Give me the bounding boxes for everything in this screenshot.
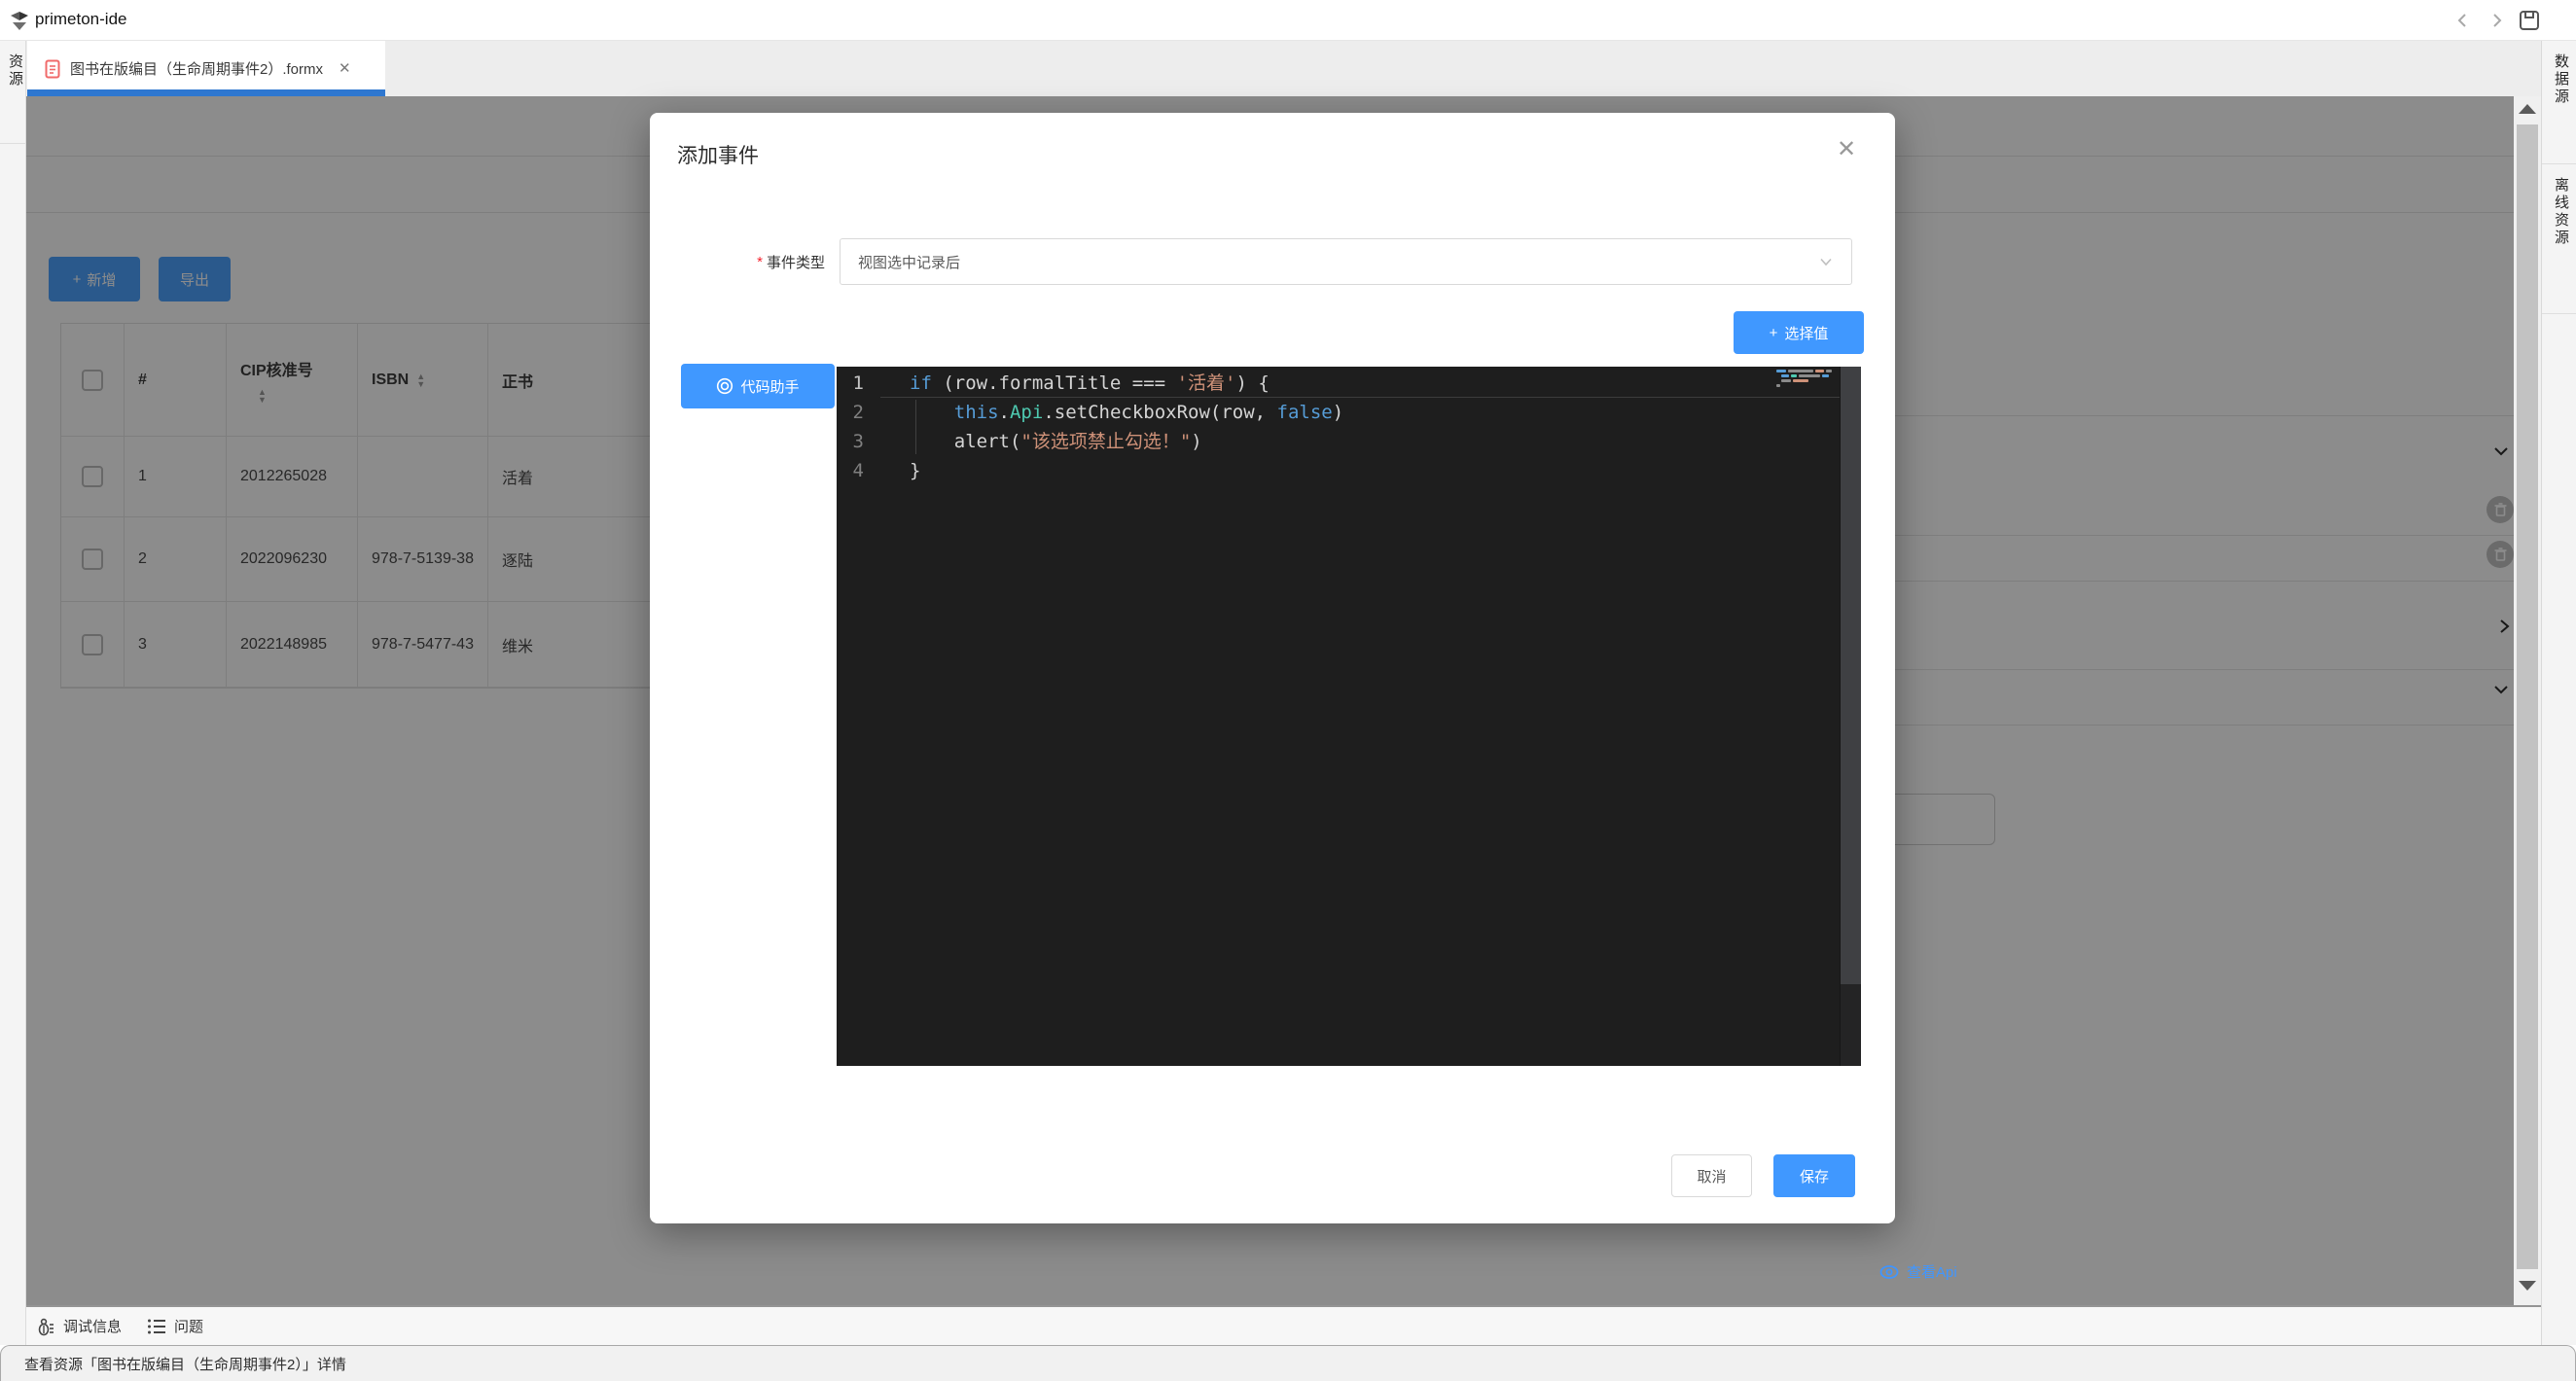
line-number: 4 bbox=[837, 456, 880, 485]
sidebar-divider bbox=[0, 143, 26, 144]
editor-scrollbar-thumb[interactable] bbox=[1841, 367, 1861, 984]
problems-tab[interactable]: 问题 bbox=[147, 1316, 203, 1336]
form-file-icon bbox=[45, 59, 60, 79]
status-text: 查看资源「图书在版编目（生命周期事件2）」详情 bbox=[24, 1354, 346, 1374]
tab-label: 图书在版编目（生命周期事件2）.formx bbox=[70, 58, 323, 79]
nav-back-icon[interactable] bbox=[2453, 11, 2473, 30]
view-api-link[interactable]: 查看Api bbox=[1879, 1261, 1957, 1282]
code-line: 2 this.Api.setCheckboxRow(row, false) bbox=[837, 398, 1840, 427]
event-type-label: * 事件类型 bbox=[650, 238, 825, 285]
line-number: 1 bbox=[837, 369, 880, 398]
save-button[interactable]: 保存 bbox=[1773, 1154, 1855, 1197]
code-assistant-icon bbox=[716, 377, 733, 395]
tab-close-icon[interactable]: ✕ bbox=[339, 61, 351, 76]
add-event-modal: 添加事件 ✕ * 事件类型 视图选中记录后 + 选择值 代码助手 bbox=[650, 113, 1895, 1223]
code-editor[interactable]: 1if (row.formalTitle === '活着') {2 this.A… bbox=[837, 367, 1861, 1066]
app-logo bbox=[8, 9, 31, 32]
right-sidebar: 数据源 离线资源 bbox=[2541, 41, 2576, 1345]
sidebar-divider bbox=[2542, 163, 2576, 164]
sidebar-divider bbox=[2542, 313, 2576, 314]
bottom-toolbar: 调试信息 问题 bbox=[26, 1305, 2541, 1345]
scroll-down-icon[interactable] bbox=[2519, 1281, 2536, 1291]
debug-info-tab[interactable]: 调试信息 bbox=[36, 1316, 122, 1336]
required-mark: * bbox=[757, 254, 763, 270]
line-number: 3 bbox=[837, 427, 880, 456]
vertical-scrollbar[interactable] bbox=[2514, 96, 2541, 1305]
code-line: 4} bbox=[837, 456, 1840, 485]
app-title: primeton-ide bbox=[35, 10, 127, 29]
chevron-down-icon bbox=[1818, 254, 1834, 269]
line-number: 2 bbox=[837, 398, 880, 427]
titlebar: primeton-ide bbox=[0, 0, 2576, 41]
sidebar-item-offline-resources[interactable]: 离线资源 bbox=[2551, 177, 2571, 247]
editor-scrollbar[interactable] bbox=[1840, 367, 1861, 1066]
line-content: } bbox=[880, 456, 920, 485]
sidebar-item-datasource[interactable]: 数据源 bbox=[2551, 53, 2571, 106]
pick-value-button[interactable]: + 选择值 bbox=[1734, 311, 1864, 354]
code-assistant-button[interactable]: 代码助手 bbox=[681, 364, 835, 408]
eye-icon bbox=[1879, 1265, 1899, 1279]
code-line: 3 alert("该选项禁止勾选！") bbox=[837, 427, 1840, 456]
cancel-button[interactable]: 取消 bbox=[1671, 1154, 1752, 1197]
line-content: if (row.formalTitle === '活着') { bbox=[880, 369, 1270, 398]
editor-minimap[interactable] bbox=[1772, 367, 1840, 1066]
code-lines: 1if (row.formalTitle === '活着') {2 this.A… bbox=[837, 369, 1840, 485]
plus-icon: + bbox=[1770, 325, 1778, 341]
close-icon[interactable]: ✕ bbox=[1833, 136, 1860, 163]
save-file-icon[interactable] bbox=[2518, 9, 2541, 32]
modal-title: 添加事件 bbox=[677, 140, 759, 169]
indent-guide bbox=[915, 400, 916, 454]
line-content: alert("该选项禁止勾选！") bbox=[880, 427, 1202, 456]
list-icon bbox=[147, 1318, 166, 1335]
left-sidebar: 资源 bbox=[0, 41, 26, 1345]
scroll-up-icon[interactable] bbox=[2519, 104, 2536, 114]
scrollbar-thumb[interactable] bbox=[2517, 124, 2538, 1269]
tab-active-underline bbox=[27, 89, 385, 96]
nav-forward-icon[interactable] bbox=[2487, 11, 2506, 30]
code-line: 1if (row.formalTitle === '活着') { bbox=[837, 369, 1840, 398]
statusbar: 查看资源「图书在版编目（生命周期事件2）」详情 bbox=[0, 1345, 2576, 1381]
bug-icon bbox=[36, 1317, 55, 1336]
tabbar: 图书在版编目（生命周期事件2）.formx ✕ bbox=[26, 41, 2541, 96]
line-content: this.Api.setCheckboxRow(row, false) bbox=[880, 398, 1343, 427]
tab-form-file[interactable]: 图书在版编目（生命周期事件2）.formx ✕ bbox=[27, 41, 385, 96]
app-window: primeton-ide 资源 bbox=[0, 0, 2576, 1381]
event-type-select[interactable]: 视图选中记录后 bbox=[840, 238, 1852, 285]
sidebar-item-resources[interactable]: 资源 bbox=[5, 53, 25, 89]
event-type-value: 视图选中记录后 bbox=[858, 252, 960, 272]
